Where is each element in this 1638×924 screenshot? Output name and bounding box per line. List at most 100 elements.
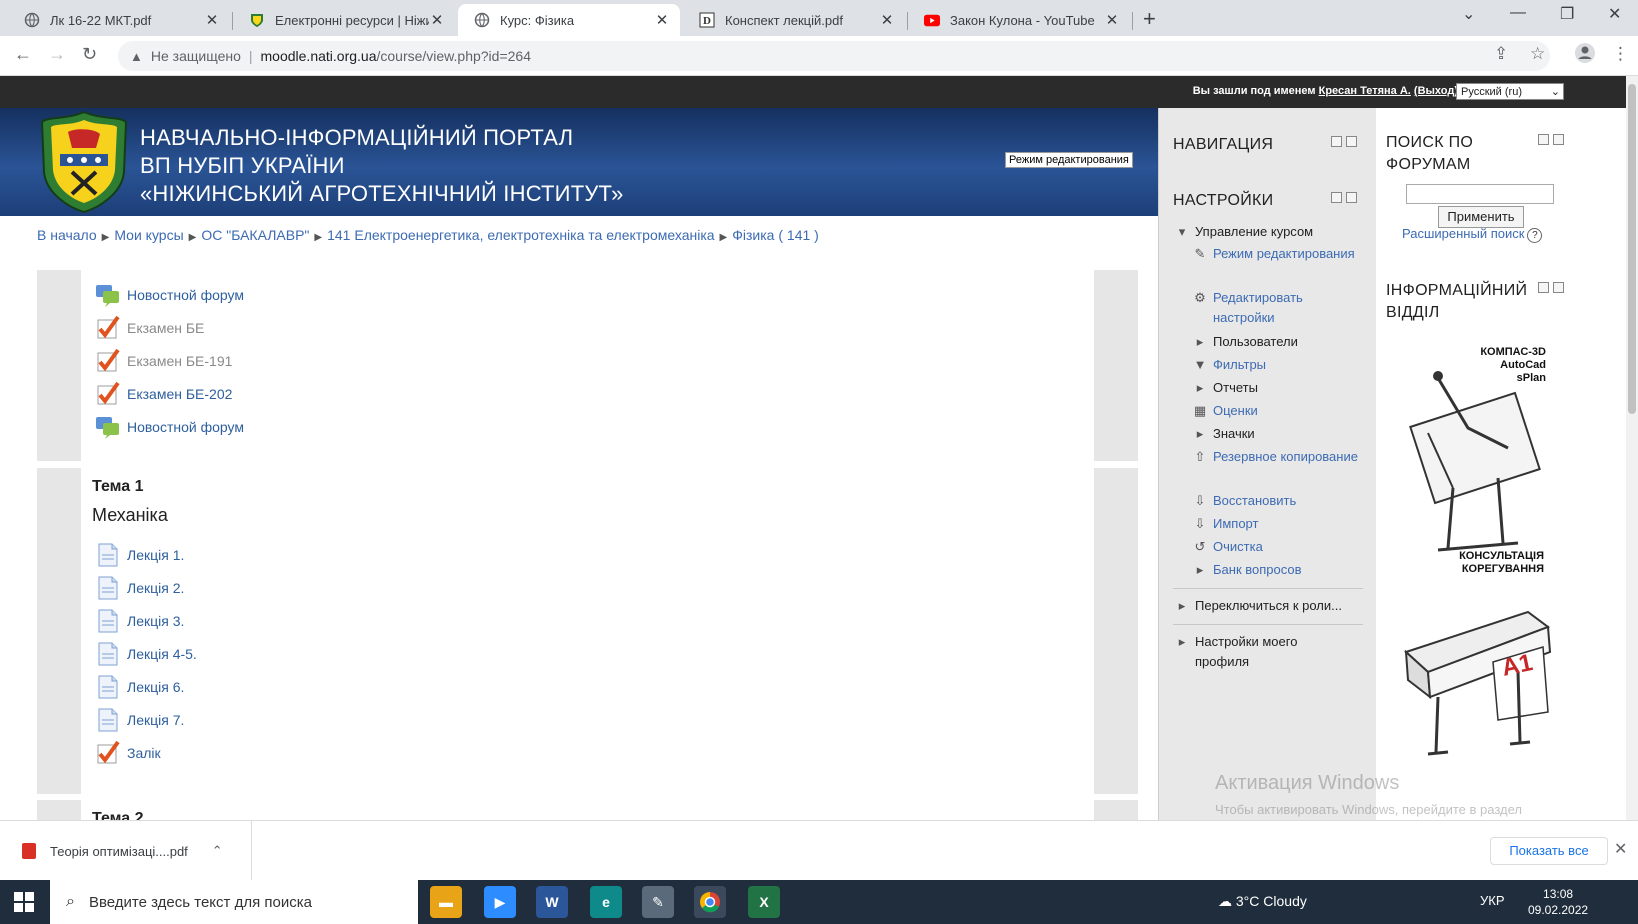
activity-exam-be[interactable]: Екзамен БЕ [95,315,204,341]
info-dept-block-controls[interactable] [1534,282,1564,296]
back-icon[interactable]: ← [14,44,32,65]
url-omnibox[interactable]: ▲ Не защищено | moodle.nati.org.ua /cour… [118,41,1550,71]
tab-course-physics[interactable]: Курс: Фізика ✕ [458,4,680,36]
zoom-app-icon[interactable]: ▶ [484,886,516,918]
settings-item-grades[interactable]: ▦ Оценки [1191,401,1258,421]
activity-lecture-3[interactable]: Лекція 3. [95,608,184,634]
language-select[interactable]: Русский (ru) ⌄ [1456,83,1564,100]
close-tab-icon[interactable]: ✕ [1104,11,1120,29]
advanced-search-link[interactable]: Расширенный поиск? [1402,226,1543,243]
forum-search-input[interactable] [1406,184,1554,204]
edit-mode-button[interactable]: Режим редактирования [1005,152,1133,168]
breadcrumb-specialty[interactable]: 141 Електроенергетика, електротехніка та… [327,227,714,243]
profile-settings-node[interactable]: ▸ Настройки моего профиля [1173,632,1353,672]
logout-link[interactable]: (Выход) [1414,85,1458,97]
settings-item-restore[interactable]: ⇩ Восстановить [1191,491,1297,511]
close-window-icon[interactable]: ✕ [1608,4,1621,24]
settings-item-filters[interactable]: ▼ Фильтры [1191,355,1266,375]
navigation-block-title[interactable]: НАВИГАЦИЯ [1173,134,1273,156]
help-icon[interactable]: ? [1527,228,1543,243]
settings-item-reports[interactable]: ▸ Отчеты [1191,378,1258,398]
chevron-up-icon[interactable]: ⌃ [212,843,223,859]
breadcrumb-bachelor[interactable]: ОС "БАКАЛАВР" [201,227,309,243]
activity-lecture-7[interactable]: Лекція 7. [95,707,184,733]
windows-start-icon[interactable] [14,892,34,912]
activity-lecture-4-5[interactable]: Лекція 4-5. [95,641,197,667]
close-tab-icon[interactable]: ✕ [429,11,445,29]
chrome-browser-icon[interactable] [694,886,726,918]
settings-item-edit-settings[interactable]: ⚙ Редактировать настройки [1191,288,1361,328]
file-explorer-icon[interactable]: ▬ [430,886,462,918]
maximize-icon[interactable]: ❐ [1560,4,1574,24]
share-icon[interactable]: ⇪ [1494,44,1508,64]
settings-item-reset[interactable]: ↺ Очистка [1191,537,1263,557]
activity-exam-be-202[interactable]: Екзамен БЕ-202 [95,381,232,407]
collapse-block-icon[interactable] [1331,136,1342,147]
new-tab-icon[interactable]: + [1143,6,1156,32]
edge-browser-icon[interactable]: e [590,886,622,918]
browser-menu-icon[interactable]: ⋮ [1612,44,1629,64]
profile-avatar-icon[interactable] [1574,42,1596,69]
collapse-block-icon[interactable] [1331,192,1342,203]
show-all-downloads-button[interactable]: Показать все [1490,837,1608,865]
tab-search-chevron-icon[interactable]: ⌄ [1462,4,1475,24]
activity-lecture-1[interactable]: Лекція 1. [95,542,184,568]
tab-lecture-notes[interactable]: D Конспект лекцій.pdf ✕ [683,4,905,36]
apply-search-button[interactable]: Применить [1438,206,1524,228]
system-clock[interactable]: 13:08 09.02.2022 [1528,886,1588,918]
weather-widget[interactable]: ☁ 3°C Cloudy [1218,893,1307,910]
minimize-icon[interactable]: — [1510,4,1526,22]
activity-exam-be-191[interactable]: Екзамен БЕ-191 [95,348,232,374]
input-language[interactable]: УКР [1480,893,1505,908]
settings-item-badges[interactable]: ▸ Значки [1191,424,1255,444]
dock-block-icon[interactable] [1346,192,1357,203]
forum-search-block-controls[interactable] [1534,134,1564,148]
switch-role-node[interactable]: ▸ Переключиться к роли... [1173,596,1342,616]
info-dept-block-title[interactable]: ІНФОРМАЦІЙНИЙ ВІДДІЛ [1386,280,1556,324]
paint-app-icon[interactable]: ✎ [642,886,674,918]
warning-triangle-icon[interactable]: ▲ [130,49,143,64]
settings-item-import[interactable]: ⇩ Импорт [1191,514,1259,534]
collapse-block-icon[interactable] [1538,282,1549,293]
dock-block-icon[interactable] [1346,136,1357,147]
settings-item-question-bank[interactable]: ▸ Банк вопросов [1191,560,1302,580]
close-download-bar-icon[interactable]: ✕ [1614,839,1627,859]
dock-block-icon[interactable] [1553,282,1564,293]
close-tab-icon[interactable]: ✕ [204,11,220,29]
drafting-consultation-poster[interactable]: КОМПАС-3D AutoCad sPlan КОНСУЛЬТАЦІЯ КОР… [1398,338,1548,578]
close-tab-icon[interactable]: ✕ [879,11,895,29]
tab-coulomb-youtube[interactable]: Закон Кулона - YouTube ✕ [908,4,1130,36]
activity-news-forum-2[interactable]: Новостной форум [95,414,244,440]
dock-block-icon[interactable] [1553,134,1564,145]
settings-block-title[interactable]: НАСТРОЙКИ [1173,190,1273,212]
excel-app-icon[interactable]: X [748,886,780,918]
breadcrumb-course[interactable]: Фізика ( 141 ) [732,227,819,243]
course-admin-node[interactable]: ▾ Управление курсом [1173,222,1313,242]
taskbar-search-box[interactable]: ⌕ Введите здесь текст для поиска [50,880,418,924]
close-tab-icon[interactable]: ✕ [654,11,670,29]
activity-news-forum[interactable]: Новостной форум [95,282,244,308]
collapse-block-icon[interactable] [1538,134,1549,145]
bookmark-star-icon[interactable]: ☆ [1530,44,1545,64]
word-app-icon[interactable]: W [536,886,568,918]
page-scrollbar[interactable] [1626,76,1638,820]
breadcrumb-home[interactable]: В начало [37,227,97,243]
tab-lk-16-22[interactable]: Лк 16-22 МКТ.pdf ✕ [8,4,230,36]
plotter-a1-poster[interactable]: A1 [1398,602,1558,762]
settings-block-controls[interactable] [1327,192,1357,206]
forward-icon[interactable]: → [48,44,66,65]
reload-icon[interactable]: ↻ [82,44,97,65]
activity-lecture-2[interactable]: Лекція 2. [95,575,184,601]
scrollbar-thumb[interactable] [1628,84,1636,414]
institute-crest-logo[interactable] [38,110,130,214]
activity-lecture-6[interactable]: Лекція 6. [95,674,184,700]
settings-item-edit-mode[interactable]: ✎ Режим редактирования [1191,244,1361,264]
settings-item-users[interactable]: ▸ Пользователи [1191,332,1298,352]
activity-credit-test[interactable]: Залік [95,740,161,766]
tab-electronic-resources[interactable]: Електронні ресурси | Ніжи ✕ [233,4,455,36]
navigation-block-controls[interactable] [1327,136,1357,150]
settings-item-backup[interactable]: ⇧ Резервное копирование [1191,447,1361,467]
forum-search-block-title[interactable]: ПОИСК ПО ФОРУМАМ [1386,132,1526,176]
download-item[interactable]: Теорія оптимізаці....pdf ⌃ [0,821,252,881]
user-profile-link[interactable]: Кресан Тетяна А. [1319,85,1411,97]
